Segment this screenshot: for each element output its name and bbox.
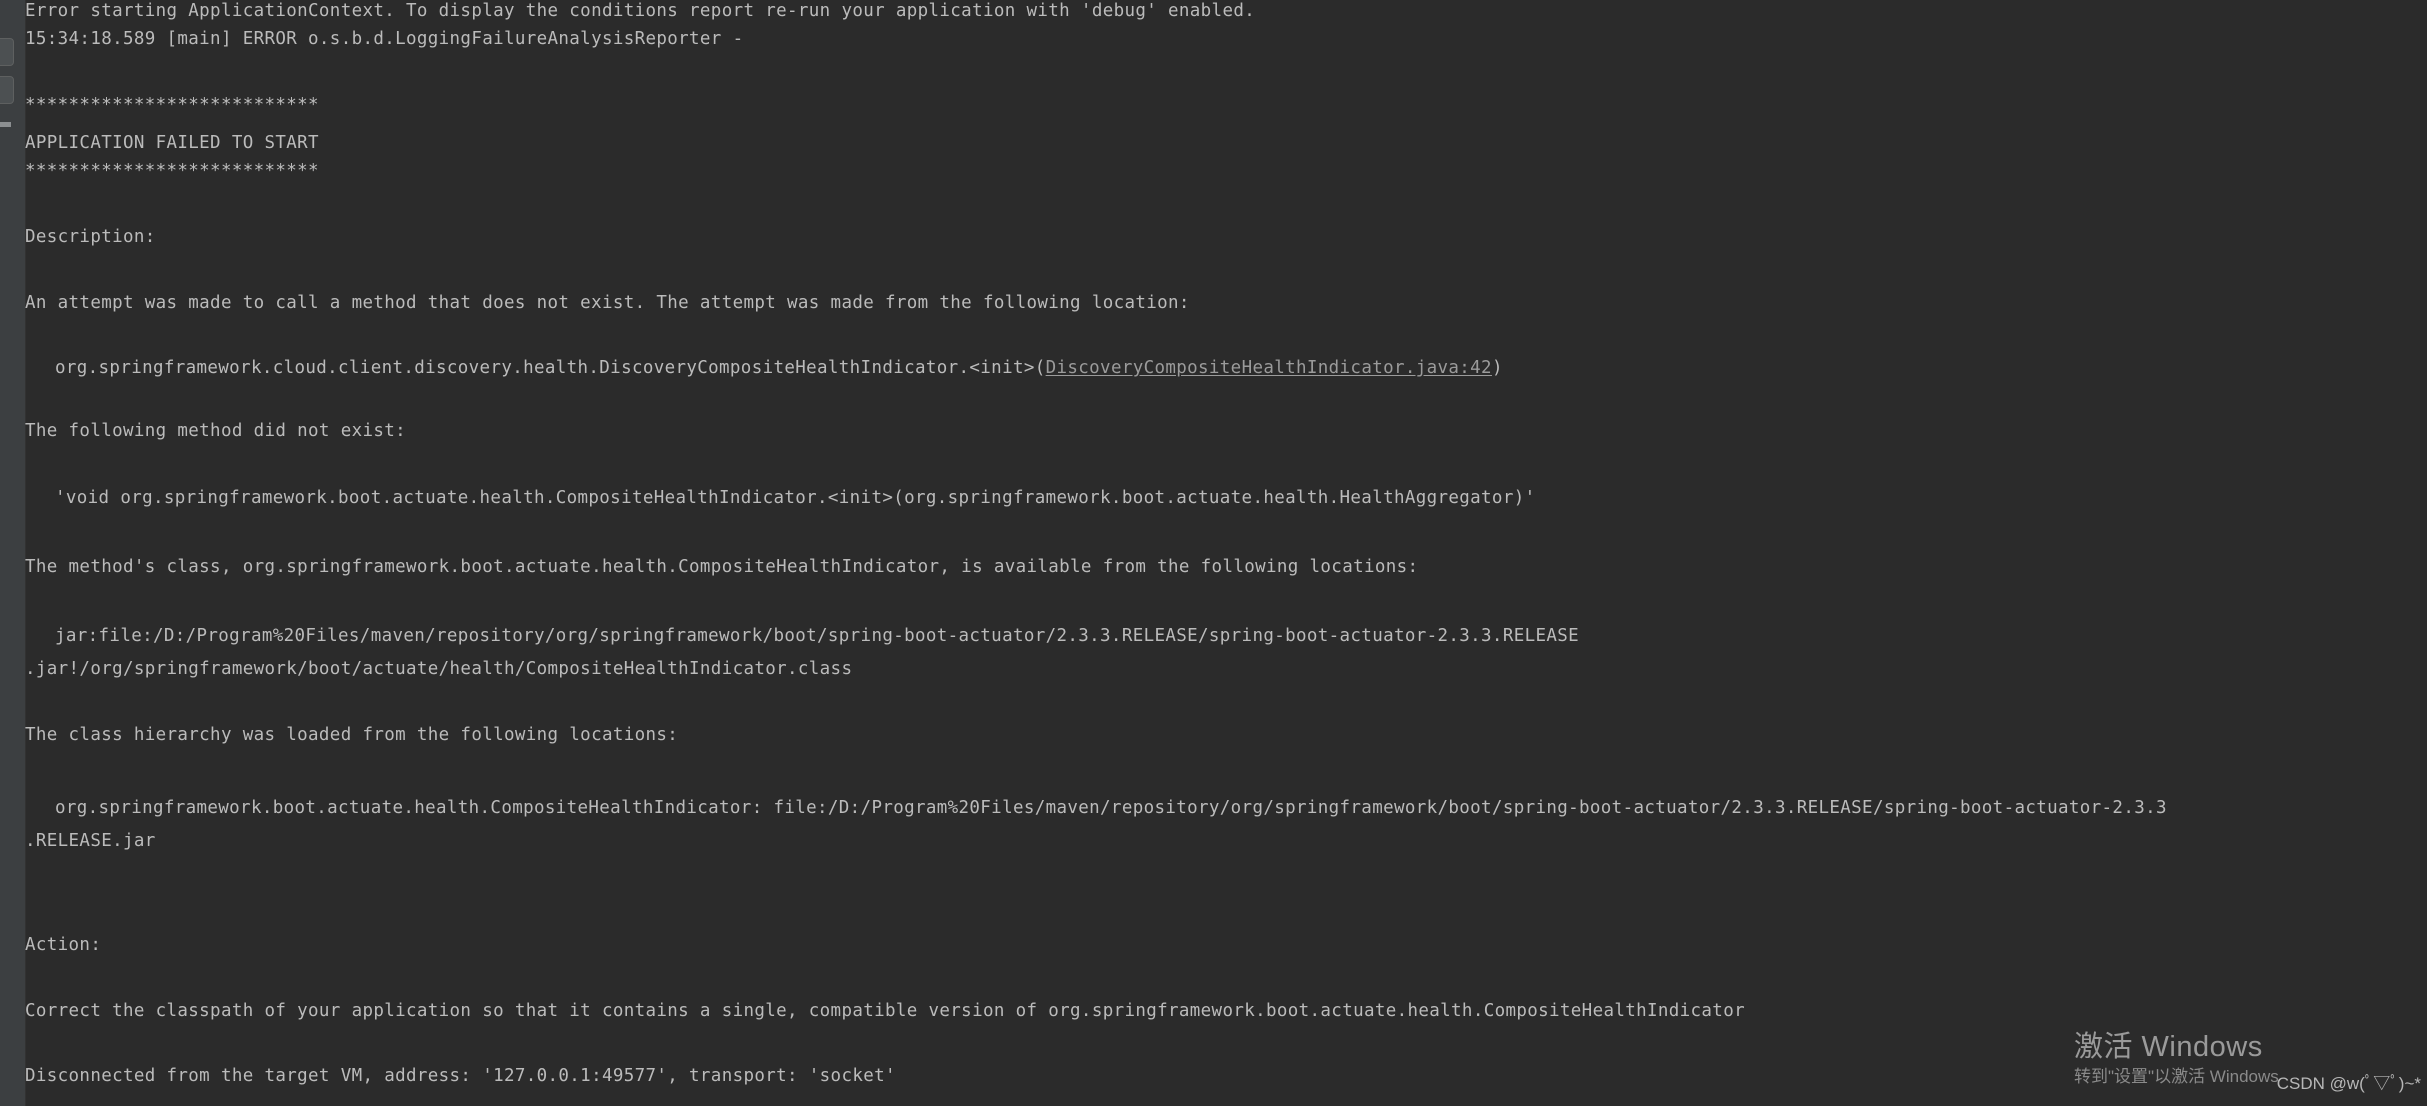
- console-line: The class hierarchy was loaded from the …: [25, 725, 679, 745]
- gutter-toolbar-button-3[interactable]: [0, 122, 11, 127]
- console-line: 15:34:18.589 [main] ERROR o.s.b.d.Loggin…: [25, 29, 744, 49]
- console-line: ***************************: [25, 161, 319, 181]
- console-line: APPLICATION FAILED TO START: [25, 133, 319, 153]
- console-output-text[interactable]: Error starting ApplicationContext. To di…: [25, 0, 2427, 1106]
- console-line: Correct the classpath of your applicatio…: [25, 1001, 1745, 1021]
- console-line: org.springframework.boot.actuate.health.…: [55, 798, 2167, 818]
- console-line: An attempt was made to call a method tha…: [25, 293, 1190, 313]
- gutter-toolbar-button-2[interactable]: [0, 76, 14, 104]
- console-line: Action:: [25, 935, 102, 955]
- console-line: Error starting ApplicationContext. To di…: [25, 1, 1256, 21]
- stacktrace-source-link[interactable]: DiscoveryCompositeHealthIndicator.java:4…: [1046, 358, 1492, 378]
- console-line: .jar!/org/springframework/boot/actuate/h…: [25, 659, 853, 679]
- console-line: Description:: [25, 227, 156, 247]
- console-line: Disconnected from the target VM, address…: [25, 1066, 896, 1086]
- stacktrace-prefix: org.springframework.cloud.client.discove…: [55, 358, 1046, 378]
- console-line: .RELEASE.jar: [25, 831, 156, 851]
- gutter-toolbar-button-1[interactable]: [0, 38, 14, 66]
- console-stacktrace-line: org.springframework.cloud.client.discove…: [25, 357, 1503, 379]
- console-line: The method's class, org.springframework.…: [25, 557, 1419, 577]
- console-line: ***************************: [25, 95, 319, 115]
- console-left-gutter: [0, 0, 26, 1106]
- console-line: jar:file:/D:/Program%20Files/maven/repos…: [55, 626, 1580, 646]
- stacktrace-suffix: ): [1491, 358, 1503, 378]
- ide-console-window: Error starting ApplicationContext. To di…: [0, 0, 2427, 1106]
- console-line: 'void org.springframework.boot.actuate.h…: [55, 488, 1536, 508]
- console-line: The following method did not exist:: [25, 421, 407, 441]
